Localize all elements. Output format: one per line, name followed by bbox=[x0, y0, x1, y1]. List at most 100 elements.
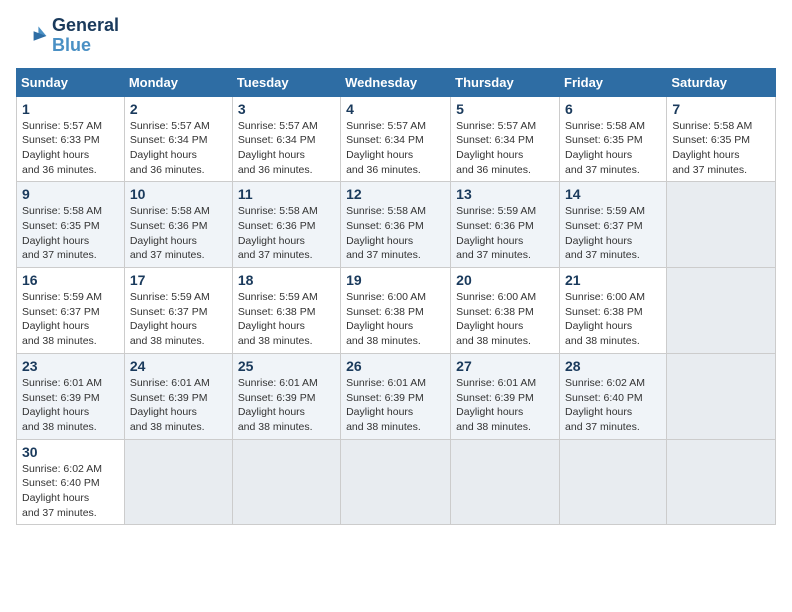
col-header-wednesday: Wednesday bbox=[341, 68, 451, 96]
day-info: Sunrise: 5:58 AM Sunset: 6:36 PM Dayligh… bbox=[346, 204, 445, 263]
col-header-thursday: Thursday bbox=[451, 68, 560, 96]
day-number: 13 bbox=[456, 186, 554, 202]
day-cell-5: 5 Sunrise: 5:57 AM Sunset: 6:34 PM Dayli… bbox=[451, 96, 560, 182]
day-cell-13: 13 Sunrise: 5:59 AM Sunset: 6:36 PM Dayl… bbox=[451, 182, 560, 268]
day-number: 27 bbox=[456, 358, 554, 374]
day-info: Sunrise: 5:57 AM Sunset: 6:33 PM Dayligh… bbox=[22, 119, 119, 178]
col-header-saturday: Saturday bbox=[667, 68, 776, 96]
day-info: Sunrise: 5:59 AM Sunset: 6:36 PM Dayligh… bbox=[456, 204, 554, 263]
day-number: 25 bbox=[238, 358, 335, 374]
day-cell-18: 18 Sunrise: 5:59 AM Sunset: 6:38 PM Dayl… bbox=[232, 268, 340, 354]
empty-cell bbox=[667, 439, 776, 525]
day-cell-16: 16 Sunrise: 5:59 AM Sunset: 6:37 PM Dayl… bbox=[17, 268, 125, 354]
day-number: 9 bbox=[22, 186, 119, 202]
day-info: Sunrise: 5:57 AM Sunset: 6:34 PM Dayligh… bbox=[346, 119, 445, 178]
logo-text: General Blue bbox=[52, 16, 119, 56]
day-info: Sunrise: 6:02 AM Sunset: 6:40 PM Dayligh… bbox=[22, 462, 119, 521]
day-info: Sunrise: 5:57 AM Sunset: 6:34 PM Dayligh… bbox=[456, 119, 554, 178]
day-info: Sunrise: 5:58 AM Sunset: 6:35 PM Dayligh… bbox=[672, 119, 770, 178]
day-cell-26: 26 Sunrise: 6:01 AM Sunset: 6:39 PM Dayl… bbox=[341, 353, 451, 439]
day-cell-12: 12 Sunrise: 5:58 AM Sunset: 6:36 PM Dayl… bbox=[341, 182, 451, 268]
day-info: Sunrise: 6:00 AM Sunset: 6:38 PM Dayligh… bbox=[346, 290, 445, 349]
day-info: Sunrise: 5:59 AM Sunset: 6:37 PM Dayligh… bbox=[22, 290, 119, 349]
week-row-2: 9 Sunrise: 5:58 AM Sunset: 6:35 PM Dayli… bbox=[17, 182, 776, 268]
day-number: 19 bbox=[346, 272, 445, 288]
day-number: 10 bbox=[130, 186, 227, 202]
day-cell-20: 20 Sunrise: 6:00 AM Sunset: 6:38 PM Dayl… bbox=[451, 268, 560, 354]
calendar-table: SundayMondayTuesdayWednesdayThursdayFrid… bbox=[16, 68, 776, 526]
week-row-5: 30 Sunrise: 6:02 AM Sunset: 6:40 PM Dayl… bbox=[17, 439, 776, 525]
day-info: Sunrise: 6:01 AM Sunset: 6:39 PM Dayligh… bbox=[238, 376, 335, 435]
day-cell-28: 28 Sunrise: 6:02 AM Sunset: 6:40 PM Dayl… bbox=[560, 353, 667, 439]
day-cell-14: 14 Sunrise: 5:59 AM Sunset: 6:37 PM Dayl… bbox=[560, 182, 667, 268]
day-number: 23 bbox=[22, 358, 119, 374]
calendar-body: 1 Sunrise: 5:57 AM Sunset: 6:33 PM Dayli… bbox=[17, 96, 776, 525]
day-info: Sunrise: 5:58 AM Sunset: 6:36 PM Dayligh… bbox=[238, 204, 335, 263]
day-cell-17: 17 Sunrise: 5:59 AM Sunset: 6:37 PM Dayl… bbox=[124, 268, 232, 354]
day-number: 11 bbox=[238, 186, 335, 202]
day-info: Sunrise: 6:01 AM Sunset: 6:39 PM Dayligh… bbox=[456, 376, 554, 435]
empty-cell bbox=[232, 439, 340, 525]
day-cell-24: 24 Sunrise: 6:01 AM Sunset: 6:39 PM Dayl… bbox=[124, 353, 232, 439]
empty-cell bbox=[667, 353, 776, 439]
day-info: Sunrise: 5:59 AM Sunset: 6:37 PM Dayligh… bbox=[130, 290, 227, 349]
logo: General Blue bbox=[16, 16, 119, 56]
col-header-sunday: Sunday bbox=[17, 68, 125, 96]
empty-cell bbox=[667, 268, 776, 354]
empty-cell bbox=[560, 439, 667, 525]
day-number: 14 bbox=[565, 186, 661, 202]
day-info: Sunrise: 5:57 AM Sunset: 6:34 PM Dayligh… bbox=[130, 119, 227, 178]
day-number: 21 bbox=[565, 272, 661, 288]
day-number: 12 bbox=[346, 186, 445, 202]
day-cell-9: 9 Sunrise: 5:58 AM Sunset: 6:35 PM Dayli… bbox=[17, 182, 125, 268]
day-number: 26 bbox=[346, 358, 445, 374]
empty-cell bbox=[667, 182, 776, 268]
day-number: 28 bbox=[565, 358, 661, 374]
day-info: Sunrise: 6:00 AM Sunset: 6:38 PM Dayligh… bbox=[456, 290, 554, 349]
day-cell-23: 23 Sunrise: 6:01 AM Sunset: 6:39 PM Dayl… bbox=[17, 353, 125, 439]
day-info: Sunrise: 6:02 AM Sunset: 6:40 PM Dayligh… bbox=[565, 376, 661, 435]
day-info: Sunrise: 6:01 AM Sunset: 6:39 PM Dayligh… bbox=[346, 376, 445, 435]
col-header-monday: Monday bbox=[124, 68, 232, 96]
day-info: Sunrise: 6:01 AM Sunset: 6:39 PM Dayligh… bbox=[130, 376, 227, 435]
day-info: Sunrise: 5:58 AM Sunset: 6:35 PM Dayligh… bbox=[22, 204, 119, 263]
day-info: Sunrise: 5:58 AM Sunset: 6:36 PM Dayligh… bbox=[130, 204, 227, 263]
day-cell-2: 2 Sunrise: 5:57 AM Sunset: 6:34 PM Dayli… bbox=[124, 96, 232, 182]
day-number: 3 bbox=[238, 101, 335, 117]
day-number: 6 bbox=[565, 101, 661, 117]
week-row-3: 16 Sunrise: 5:59 AM Sunset: 6:37 PM Dayl… bbox=[17, 268, 776, 354]
day-number: 2 bbox=[130, 101, 227, 117]
day-cell-27: 27 Sunrise: 6:01 AM Sunset: 6:39 PM Dayl… bbox=[451, 353, 560, 439]
day-cell-11: 11 Sunrise: 5:58 AM Sunset: 6:36 PM Dayl… bbox=[232, 182, 340, 268]
empty-cell bbox=[124, 439, 232, 525]
day-cell-19: 19 Sunrise: 6:00 AM Sunset: 6:38 PM Dayl… bbox=[341, 268, 451, 354]
day-number: 1 bbox=[22, 101, 119, 117]
empty-cell bbox=[341, 439, 451, 525]
day-info: Sunrise: 6:01 AM Sunset: 6:39 PM Dayligh… bbox=[22, 376, 119, 435]
day-number: 30 bbox=[22, 444, 119, 460]
day-number: 20 bbox=[456, 272, 554, 288]
day-info: Sunrise: 5:59 AM Sunset: 6:37 PM Dayligh… bbox=[565, 204, 661, 263]
day-number: 5 bbox=[456, 101, 554, 117]
day-number: 18 bbox=[238, 272, 335, 288]
day-info: Sunrise: 5:58 AM Sunset: 6:35 PM Dayligh… bbox=[565, 119, 661, 178]
day-cell-1: 1 Sunrise: 5:57 AM Sunset: 6:33 PM Dayli… bbox=[17, 96, 125, 182]
day-number: 16 bbox=[22, 272, 119, 288]
day-cell-4: 4 Sunrise: 5:57 AM Sunset: 6:34 PM Dayli… bbox=[341, 96, 451, 182]
empty-cell bbox=[451, 439, 560, 525]
week-row-1: 1 Sunrise: 5:57 AM Sunset: 6:33 PM Dayli… bbox=[17, 96, 776, 182]
day-cell-25: 25 Sunrise: 6:01 AM Sunset: 6:39 PM Dayl… bbox=[232, 353, 340, 439]
day-cell-7: 7 Sunrise: 5:58 AM Sunset: 6:35 PM Dayli… bbox=[667, 96, 776, 182]
col-header-friday: Friday bbox=[560, 68, 667, 96]
day-cell-6: 6 Sunrise: 5:58 AM Sunset: 6:35 PM Dayli… bbox=[560, 96, 667, 182]
day-cell-30: 30 Sunrise: 6:02 AM Sunset: 6:40 PM Dayl… bbox=[17, 439, 125, 525]
logo-icon bbox=[16, 20, 48, 52]
page-header: General Blue bbox=[16, 16, 776, 56]
week-row-4: 23 Sunrise: 6:01 AM Sunset: 6:39 PM Dayl… bbox=[17, 353, 776, 439]
day-number: 24 bbox=[130, 358, 227, 374]
col-header-tuesday: Tuesday bbox=[232, 68, 340, 96]
calendar-header-row: SundayMondayTuesdayWednesdayThursdayFrid… bbox=[17, 68, 776, 96]
day-info: Sunrise: 5:59 AM Sunset: 6:38 PM Dayligh… bbox=[238, 290, 335, 349]
day-cell-10: 10 Sunrise: 5:58 AM Sunset: 6:36 PM Dayl… bbox=[124, 182, 232, 268]
day-cell-21: 21 Sunrise: 6:00 AM Sunset: 6:38 PM Dayl… bbox=[560, 268, 667, 354]
